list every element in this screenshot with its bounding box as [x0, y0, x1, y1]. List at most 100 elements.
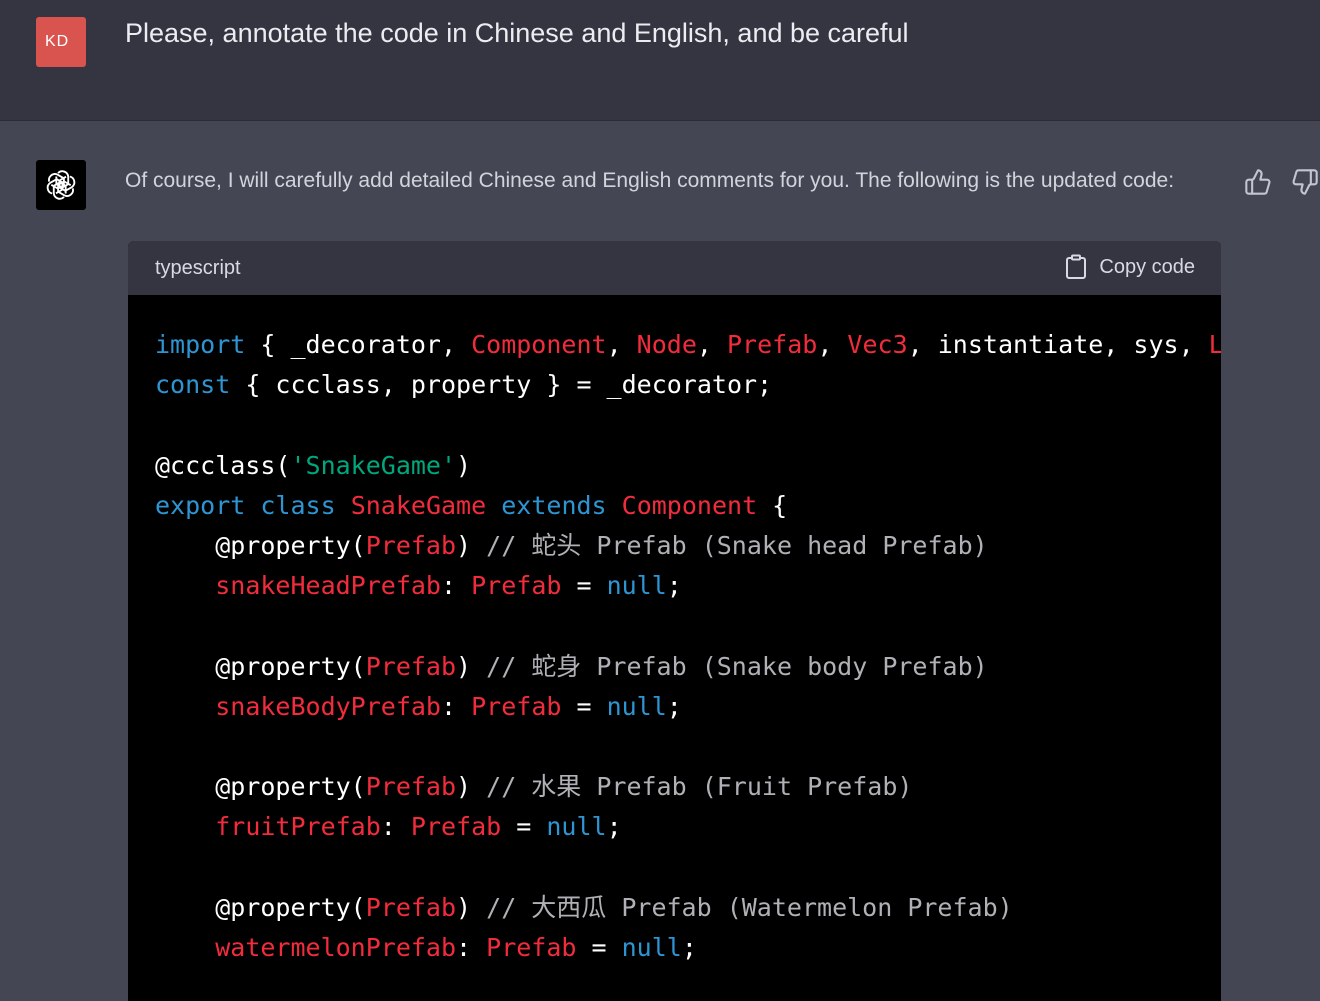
code-token: @property(	[155, 892, 366, 922]
code-token: Prefab	[486, 932, 577, 962]
code-token: ;	[681, 932, 697, 962]
code-line: @property(Prefab) // 大西瓜 Prefab (Waterme…	[155, 888, 1221, 928]
chatgpt-logo-icon	[36, 160, 86, 210]
code-token: snakeBodyPrefab	[215, 691, 441, 721]
code-token: import	[155, 330, 246, 359]
code-token: { ccclass, property } = _decorator;	[230, 370, 773, 400]
code-token: @property(	[155, 530, 366, 560]
assistant-message-row: Of course, I will carefully add detailed…	[0, 121, 1320, 1001]
user-avatar: KD	[36, 17, 86, 67]
code-token: 'SnakeGame'	[290, 450, 457, 480]
code-token: Prefab	[365, 651, 457, 681]
code-language-label: typescript	[155, 257, 241, 279]
code-token: )	[456, 450, 472, 480]
thumbs-up-icon	[1245, 169, 1271, 195]
code-token: SnakeGame	[350, 490, 487, 520]
code-token: ,	[817, 330, 848, 359]
code-header: typescript Copy code	[128, 241, 1221, 295]
code-token: @ccclass(	[155, 450, 291, 480]
code-token: Prefab	[727, 330, 818, 359]
user-message-row: KD Please, annotate the code in Chinese …	[0, 0, 1320, 121]
code-line: const { ccclass, property } = _decorator…	[155, 365, 1221, 405]
code-token: =	[576, 932, 622, 962]
thumbs-down-button[interactable]	[1288, 165, 1320, 199]
code-token: Prefab	[410, 812, 502, 842]
code-token: extends	[501, 490, 607, 520]
clipboard-icon	[1066, 254, 1087, 279]
code-token: const	[155, 370, 231, 400]
code-token: ,	[696, 330, 727, 359]
code-token: Component	[621, 490, 758, 520]
code-token: :	[456, 932, 487, 962]
code-token: ;	[666, 571, 682, 601]
code-token: :	[441, 691, 472, 721]
code-token: { _decorator,	[245, 330, 472, 359]
code-content[interactable]: import { _decorator, Component, Node, Pr…	[128, 295, 1221, 968]
code-token: null	[606, 691, 667, 721]
code-token: // 蛇头 Prefab (Snake head Prefab)	[486, 530, 988, 560]
code-token: // 大西瓜 Prefab (Watermelon Prefab)	[486, 892, 1013, 922]
user-message-text: Please, annotate the code in Chinese and…	[125, 18, 909, 48]
code-token: Prefab	[471, 691, 562, 721]
code-token: Label	[1208, 330, 1221, 359]
code-token: =	[561, 571, 607, 601]
code-token: // 蛇身 Prefab (Snake body Prefab)	[486, 651, 988, 681]
code-line: watermelonPrefab: Prefab = null;	[155, 928, 1221, 968]
code-token: null	[621, 932, 682, 962]
code-token: Component	[471, 330, 607, 359]
code-token: Prefab	[365, 772, 457, 802]
code-token: ;	[606, 812, 622, 842]
code-token: {	[757, 490, 788, 520]
code-line: fruitPrefab: Prefab = null;	[155, 807, 1221, 847]
code-token: export	[155, 490, 246, 520]
thumbs-down-icon	[1292, 169, 1318, 195]
code-token: Prefab	[365, 892, 457, 922]
code-token: Vec3	[847, 330, 908, 359]
code-token: // 水果 Prefab (Fruit Prefab)	[486, 772, 913, 802]
code-line: import { _decorator, Component, Node, Pr…	[155, 325, 1221, 365]
code-token: =	[501, 812, 547, 842]
code-token: )	[456, 651, 487, 681]
code-token: Prefab	[365, 530, 457, 560]
code-token: @property(	[155, 651, 366, 681]
code-token: snakeHeadPrefab	[215, 571, 441, 601]
code-token: @property(	[155, 772, 366, 802]
copy-code-button[interactable]: Copy code	[1065, 254, 1195, 280]
code-block: typescript Copy code import { _decorator…	[128, 241, 1221, 1001]
code-token: null	[606, 571, 667, 601]
code-line: @property(Prefab) // 水果 Prefab (Fruit Pr…	[155, 767, 1221, 807]
code-line: export class SnakeGame extends Component…	[155, 486, 1221, 526]
code-token: ,	[606, 330, 637, 359]
code-token: )	[456, 892, 487, 922]
code-token: )	[456, 772, 487, 802]
code-token: Prefab	[471, 571, 562, 601]
assistant-message-text: Of course, I will carefully add detailed…	[125, 169, 1175, 192]
code-token: )	[456, 530, 487, 560]
copy-code-label: Copy code	[1099, 255, 1195, 278]
code-token: :	[441, 571, 472, 601]
code-token: =	[561, 691, 607, 721]
thumbs-up-button[interactable]	[1241, 165, 1275, 199]
code-line: snakeBodyPrefab: Prefab = null;	[155, 687, 1221, 727]
code-token: ;	[666, 691, 682, 721]
code-line: snakeHeadPrefab: Prefab = null;	[155, 566, 1221, 606]
code-token: :	[380, 812, 411, 842]
code-token: class	[260, 490, 336, 520]
code-line: @property(Prefab) // 蛇头 Prefab (Snake he…	[155, 526, 1221, 566]
code-token: null	[546, 812, 607, 842]
code-token: watermelonPrefab	[215, 932, 457, 962]
code-line: @property(Prefab) // 蛇身 Prefab (Snake bo…	[155, 647, 1221, 687]
code-line: @ccclass('SnakeGame')	[155, 446, 1221, 486]
